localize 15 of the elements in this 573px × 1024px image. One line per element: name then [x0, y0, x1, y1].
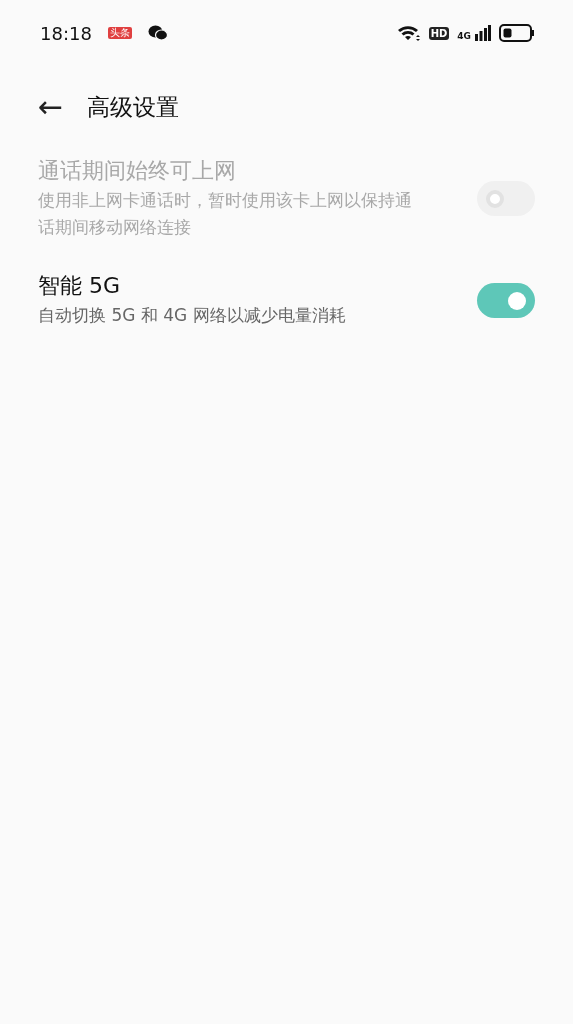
setting-description: 自动切换 5G 和 4G 网络以减少电量消耗 — [38, 303, 346, 327]
toggle-switch[interactable] — [477, 282, 535, 318]
page-title: 高级设置 — [87, 92, 180, 122]
back-button[interactable]: ← — [34, 92, 68, 122]
setting-title: 通话期间始终可上网 — [38, 157, 237, 185]
battery-icon — [499, 24, 535, 42]
signal-icon — [475, 25, 491, 41]
setting-description: 使用非上网卡通话时，暂时使用该卡上网以保持通话期间移动网络连接 — [38, 188, 413, 239]
network-type: 4G — [457, 32, 471, 41]
notification-badge: 头条 — [107, 27, 132, 39]
clock-time: 18:18 — [40, 21, 92, 46]
chat-icon — [147, 25, 168, 41]
wifi-icon — [396, 24, 421, 42]
hd-indicator: HD — [428, 26, 450, 40]
setting-title: 智能 5G — [38, 272, 122, 301]
